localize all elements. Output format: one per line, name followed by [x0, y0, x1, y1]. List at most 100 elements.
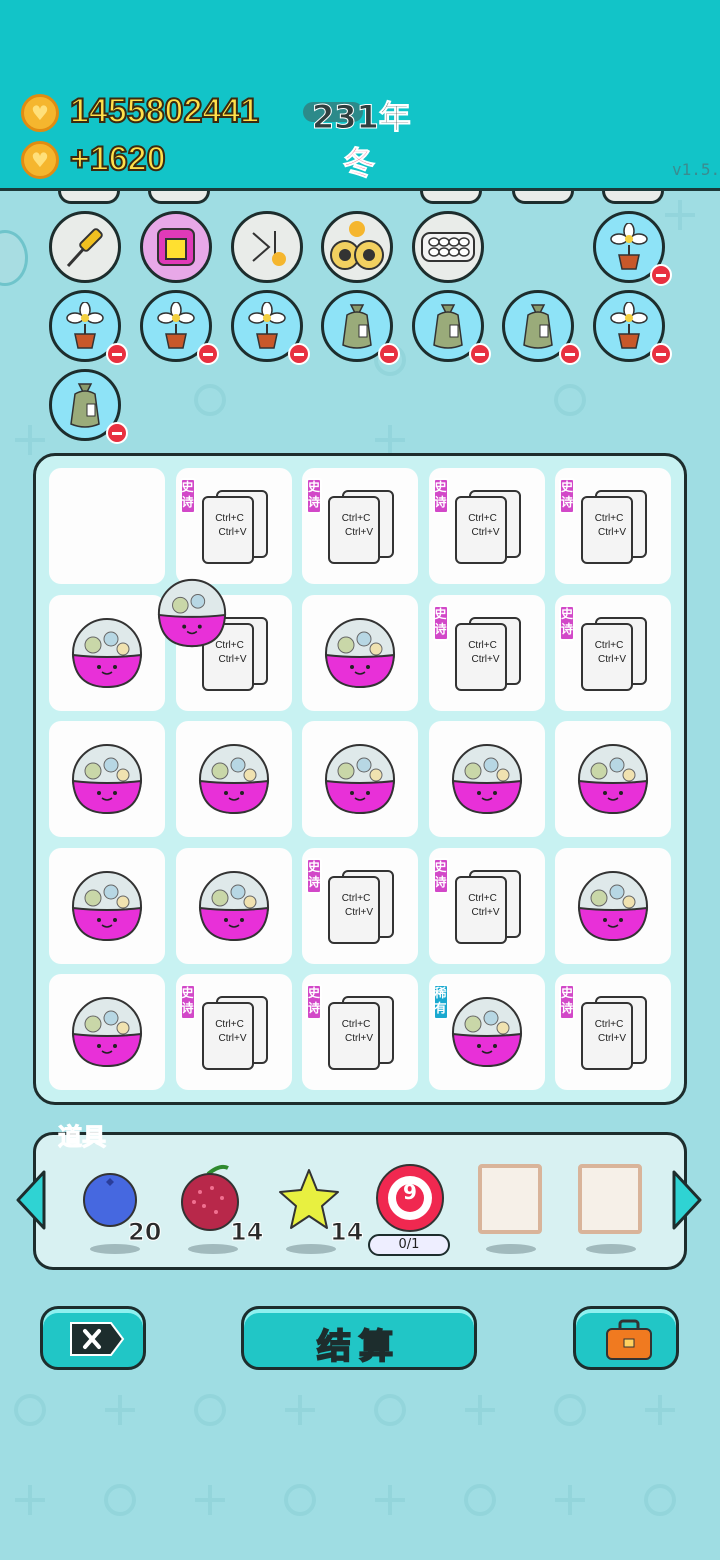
epic-tag: 史诗	[179, 984, 196, 1020]
tool-bayberry[interactable]: 14	[178, 1160, 264, 1260]
tools-prev-arrow-icon[interactable]	[14, 1168, 48, 1232]
inventory-item-partial	[602, 191, 664, 204]
inventory-item-flower-pot[interactable]	[140, 290, 219, 365]
board-cell[interactable]	[302, 594, 418, 711]
tool-blueberry[interactable]: 20	[80, 1160, 162, 1260]
remove-item-button[interactable]	[288, 343, 310, 365]
board-cell[interactable]	[428, 721, 545, 837]
inventory-item-sack[interactable]	[321, 290, 400, 365]
remove-item-button[interactable]	[650, 343, 672, 365]
owl-mask-icon	[330, 221, 384, 270]
inventory-item-flower-pot[interactable]	[593, 290, 672, 365]
card-text-1: Ctrl+C	[468, 513, 497, 524]
inventory-item-flower-pot[interactable]	[231, 290, 310, 365]
year-label: 231年	[312, 98, 412, 137]
capsule-icon	[577, 870, 649, 941]
card-text-2: Ctrl+V	[344, 1033, 374, 1044]
skip-button[interactable]	[40, 1306, 146, 1370]
copy-paste-card-icon: Ctrl+C Ctrl+V	[581, 616, 651, 692]
copy-paste-card-icon: Ctrl+C Ctrl+V	[201, 996, 272, 1071]
epic-tag: 史诗	[306, 478, 322, 514]
card-text-2: Ctrl+V	[218, 527, 247, 538]
board-cell[interactable]: Ctrl+C Ctrl+V 史诗	[302, 974, 418, 1090]
board-cell[interactable]	[175, 721, 292, 837]
board-cell[interactable]	[175, 847, 292, 964]
card-text-1: Ctrl+C	[468, 892, 497, 904]
inventory-item-sack[interactable]	[502, 290, 581, 365]
inventory-item-egg-tray[interactable]	[412, 211, 484, 283]
copy-paste-card-icon: Ctrl+C Ctrl+V	[328, 490, 398, 565]
card-text-2: Ctrl+V	[344, 527, 374, 538]
board-cell[interactable]: 稀有	[428, 974, 545, 1090]
board-cell[interactable]: Ctrl+C Ctrl+V 史诗	[302, 847, 418, 964]
remove-item-button[interactable]	[106, 343, 128, 365]
board-cell[interactable]: Ctrl+C Ctrl+V 史诗	[555, 974, 671, 1090]
inventory-item-owl-mask[interactable]	[321, 211, 393, 283]
board-cell[interactable]: Ctrl+C Ctrl+V 史诗	[555, 468, 671, 584]
version-label: v1.5.4	[672, 160, 720, 179]
capsule-icon	[451, 997, 522, 1068]
card-text-2: Ctrl+V	[344, 906, 374, 918]
top-status-bar: ♥ 1455802441 ♥ +1620 231年 冬 v1.5.4	[0, 0, 720, 191]
board-cell[interactable]	[302, 721, 418, 837]
board-cell[interactable]	[49, 468, 165, 584]
remove-item-button[interactable]	[378, 343, 400, 365]
settle-label: 结算	[316, 1326, 401, 1368]
capsule-icon	[451, 744, 522, 815]
epic-tag: 史诗	[432, 857, 449, 894]
board-cell[interactable]	[49, 594, 165, 711]
remove-item-button[interactable]	[650, 264, 672, 286]
screwdriver-icon	[66, 228, 103, 268]
egg-tray-icon	[421, 232, 475, 262]
copy-paste-card-icon: Ctrl+C Ctrl+V	[328, 996, 398, 1071]
inventory-item-flower-pot[interactable]	[49, 290, 128, 365]
inventory-item-skip[interactable]	[231, 211, 303, 283]
board-cell[interactable]: Ctrl+C Ctrl+V 史诗	[428, 847, 545, 964]
inventory-bag-button[interactable]	[573, 1306, 679, 1370]
copy-paste-card-icon: Ctrl+C Ctrl+V	[454, 616, 525, 692]
board-cell[interactable]: Ctrl+C Ctrl+V 史诗	[302, 468, 418, 584]
inventory-item-sack[interactable]	[49, 369, 128, 444]
card-text-1: Ctrl+C	[341, 513, 371, 524]
card-text-1: Ctrl+C	[594, 639, 624, 651]
settle-button[interactable]: 结算	[241, 1306, 477, 1370]
board-cell[interactable]	[49, 974, 165, 1090]
coins-gain: +1620	[69, 139, 166, 179]
inventory-item-pink-box[interactable]	[140, 211, 212, 283]
remove-item-button[interactable]	[197, 343, 219, 365]
tools-next-arrow-icon[interactable]	[670, 1168, 704, 1232]
board-cell[interactable]: Ctrl+C Ctrl+V 史诗	[555, 594, 671, 711]
board-cell[interactable]: Ctrl+C Ctrl+V 史诗	[428, 594, 545, 711]
sack-icon	[342, 304, 372, 349]
remove-item-button[interactable]	[106, 422, 128, 444]
tool-star[interactable]: 14	[276, 1160, 364, 1260]
flower-pot-icon	[157, 302, 195, 349]
epic-tag: 史诗	[432, 604, 449, 641]
board-cell[interactable]: Ctrl+C Ctrl+V 史诗	[175, 468, 292, 584]
board-cell[interactable]: Ctrl+C Ctrl+V 史诗	[428, 468, 545, 584]
capsule-icon	[71, 744, 143, 815]
rare-tag: 稀有	[432, 984, 449, 1020]
board-cell[interactable]	[49, 847, 165, 964]
coin-gain-icon: ♥	[21, 141, 59, 179]
copy-paste-card-icon: Ctrl+C Ctrl+V	[454, 869, 525, 945]
inventory-item-partial	[420, 191, 482, 204]
card-text-2: Ctrl+V	[218, 653, 247, 665]
copy-paste-card-icon: Ctrl+C Ctrl+V	[201, 490, 272, 565]
card-text-1: Ctrl+C	[215, 513, 244, 524]
inventory-item-flower-pot[interactable]	[593, 211, 672, 286]
remove-item-button[interactable]	[559, 343, 581, 365]
tools-label: 道具	[58, 1123, 107, 1152]
board-cell[interactable]: Ctrl+C Ctrl+V 史诗	[175, 974, 292, 1090]
sack-icon	[70, 383, 100, 428]
briefcase-icon	[606, 1319, 652, 1360]
tool-empty-slot[interactable]	[476, 1160, 556, 1260]
board-cell[interactable]	[49, 721, 165, 837]
board-cell[interactable]	[555, 721, 671, 837]
inventory-item-sack[interactable]	[412, 290, 491, 365]
capsule-icon	[71, 870, 143, 941]
remove-item-button[interactable]	[469, 343, 491, 365]
inventory-item-screwdriver[interactable]	[49, 211, 121, 283]
board-cell[interactable]	[555, 847, 671, 964]
tool-empty-slot[interactable]	[576, 1160, 656, 1260]
